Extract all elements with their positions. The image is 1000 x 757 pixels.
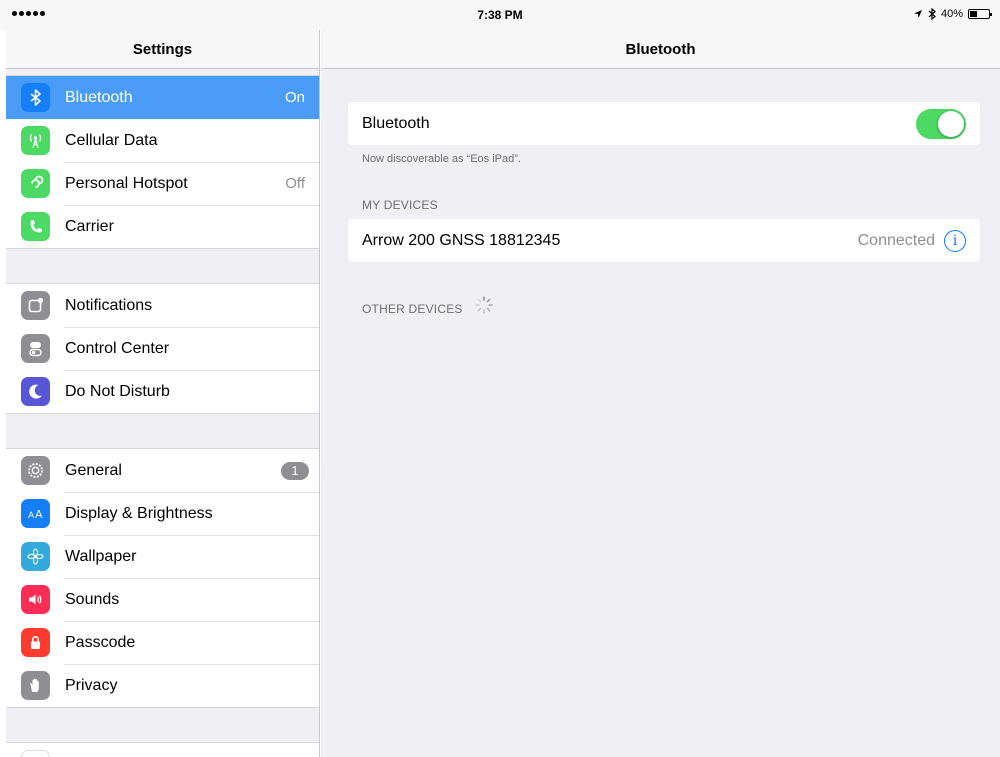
device-info-button[interactable]: i [944,229,966,252]
settings-list: Bluetooth On Cellular Data Personal Hotspot… [6,75,319,757]
speaker-icon [21,585,50,614]
status-bar: 7:38 PM 40% [0,0,1000,30]
my-devices-card: Arrow 200 GNSS 18812345 Connected i [348,219,980,262]
svg-text:A: A [28,511,35,521]
sidebar-item-bluetooth[interactable]: Bluetooth On [6,76,319,119]
sidebar-item-passcode[interactable]: Passcode [6,621,319,664]
cloud-icon [21,750,50,757]
sidebar-item-icloud[interactable]: iCloud [6,743,319,757]
sidebar-item-cellular-data[interactable]: Cellular Data [6,119,319,162]
phone-icon [21,212,50,241]
sidebar-item-label: Do Not Disturb [65,382,170,400]
sidebar-item-label: Notifications [65,296,153,314]
sidebar-item-label: Display & Brightness [65,504,213,522]
sidebar-item-label: Personal Hotspot [65,174,188,192]
discoverable-note: Now discoverable as “Eos iPad”. [362,153,521,165]
sidebar-item-label: Wallpaper [65,547,137,565]
sidebar-title: Settings [6,30,319,69]
sidebar-item-label: Bluetooth [65,88,133,106]
text-size-icon: AA [21,499,50,528]
sidebar-item-label: Carrier [65,217,114,235]
toggle-knob [938,110,964,137]
sidebar-item-notifications[interactable]: Notifications [6,284,319,327]
settings-group: Bluetooth On Cellular Data Personal Hotspot… [6,75,319,249]
sidebar-item-do-not-disturb[interactable]: Do Not Disturb [6,370,319,413]
sidebar-item-value: Off [285,175,305,192]
svg-text:A: A [35,508,43,521]
moon-icon [21,377,50,406]
device-name: Arrow 200 GNSS 18812345 [362,231,561,249]
sidebar-item-label: Passcode [65,633,136,651]
device-status: Connected [857,231,935,249]
settings-group: General 1 A A Display & Brightness Wallpaper S… [6,448,319,708]
sidebar-item-label: Sounds [65,590,120,608]
sidebar-item-privacy[interactable]: Privacy [6,664,319,707]
loading-spinner-icon [475,296,493,314]
flower-icon [21,542,50,571]
sidebar-item-value: On [284,89,305,106]
lock-icon [21,628,50,657]
status-indicators: 40% [913,8,992,20]
sidebar-item-carrier[interactable]: Carrier [6,205,319,248]
sidebar-item-wallpaper[interactable]: Wallpaper [6,535,319,578]
settings-group: iCloud [6,742,319,757]
sidebar-item-general[interactable]: General 1 [6,449,319,492]
my-devices-header: MY DEVICES [362,198,438,212]
hand-icon [21,671,50,700]
settings-group: Notifications Control Center Do Not Distur… [6,283,319,414]
bluetooth-icon [21,83,50,112]
bluetooth-toggle-label: Bluetooth [362,114,430,132]
sidebar-item-control-center[interactable]: Control Center [6,327,319,370]
hotspot-icon [21,169,50,198]
bluetooth-status-icon [928,8,936,20]
gear-icon [21,456,50,485]
location-arrow-icon [913,10,922,18]
other-devices-header: OTHER DEVICES [362,302,463,316]
device-row[interactable]: Arrow 200 GNSS 18812345 Connected i [348,219,980,262]
sidebar-item-label: Control Center [65,339,170,357]
update-badge: 1 [281,461,309,480]
battery-icon [968,9,992,19]
detail-title: Bluetooth [321,30,1000,69]
sidebar-item-personal-hotspot[interactable]: Personal Hotspot Off [6,162,319,205]
bluetooth-toggle-row: Bluetooth [348,102,980,145]
battery-percent: 40% [940,8,963,20]
sidebar-item-label: Cellular Data [65,131,158,149]
status-time: 7:38 PM [477,8,523,22]
sidebar-item-display-and-brightness[interactable]: A A Display & Brightness [6,492,319,535]
settings-sidebar: Settings Bluetooth On Cellular Data Persona… [6,30,320,757]
bluetooth-detail-pane: Bluetooth Bluetooth Now discoverable as … [321,30,1000,757]
bluetooth-toggle[interactable] [916,108,966,139]
notifications-icon [21,291,50,320]
sidebar-item-label: General [65,461,122,479]
control-center-icon [21,334,50,363]
sidebar-item-label: Privacy [65,676,118,694]
bluetooth-toggle-card: Bluetooth [348,102,980,145]
antenna-icon [21,126,50,155]
sidebar-item-sounds[interactable]: Sounds [6,578,319,621]
